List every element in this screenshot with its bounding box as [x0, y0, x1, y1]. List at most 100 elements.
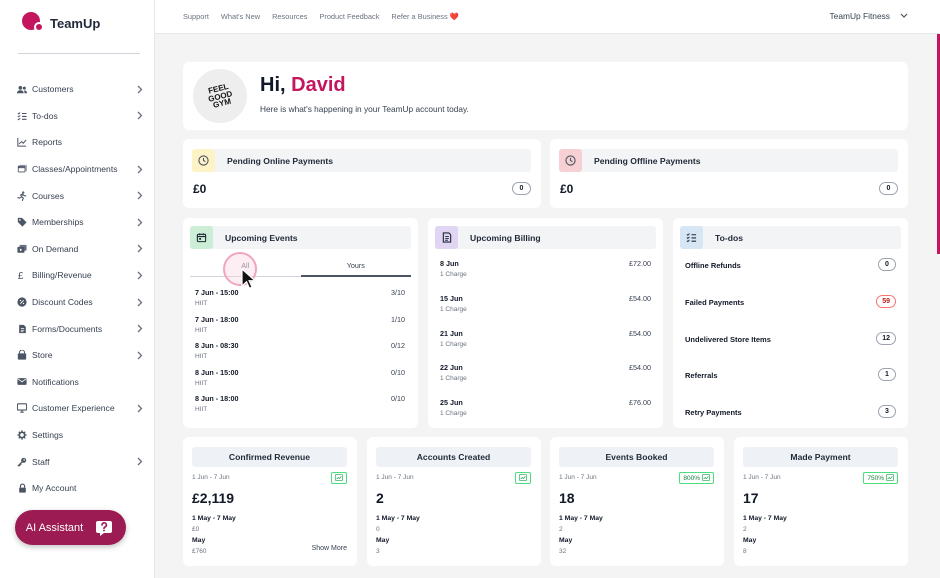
todos-list: Offline Refunds 0 Failed Payments 59 Undeliv…: [685, 258, 896, 442]
running-icon: [17, 191, 27, 201]
calendar-icon: [190, 226, 213, 249]
billing-date: 15 Jun: [440, 293, 463, 303]
stat-date-range: 1 Jun - 7 Jun: [743, 474, 781, 481]
chevron-right-icon: [135, 111, 145, 121]
stat-date-range: 1 Jun - 7 Jun: [192, 474, 230, 481]
todo-count: 0: [878, 258, 896, 271]
event-row[interactable]: 8 Jun - 08:30 HIIT 0/12: [195, 339, 405, 366]
billing-charges: 1 Charge: [440, 375, 467, 383]
brand-logo[interactable]: TeamUp: [22, 12, 100, 34]
event-time: 8 Jun - 08:30: [195, 341, 239, 351]
monitor-icon: [17, 403, 27, 414]
billing-row[interactable]: 15 Jun 1 Charge £54.00: [440, 293, 651, 328]
compare-label: 1 May - 7 May: [559, 515, 603, 522]
todo-item[interactable]: Referrals 1: [685, 368, 896, 405]
sidebar-item-staff[interactable]: Staff: [17, 448, 145, 475]
sidebar-item-my-account[interactable]: My Account: [17, 475, 145, 502]
stat-card: Accounts Created 1 Jun - 7 Jun 2 1 May - 7 …: [367, 437, 541, 566]
billing-row[interactable]: 21 Jun 1 Charge £54.00: [440, 328, 651, 363]
todo-item[interactable]: Offline Refunds 0: [685, 258, 896, 295]
compare-value: 2: [559, 526, 563, 533]
account-switcher[interactable]: TeamUp Fitness: [829, 11, 908, 21]
sidebar-item-store[interactable]: Store: [17, 342, 145, 369]
sidebar-item-on-demand[interactable]: On Demand: [17, 236, 145, 263]
chat-question-icon: [95, 518, 115, 538]
event-row[interactable]: 7 Jun - 18:00 HIIT 1/10: [195, 313, 405, 340]
event-row[interactable]: 8 Jun - 18:00 HIIT 0/10: [195, 392, 405, 419]
todo-count: 59: [876, 294, 896, 308]
billing-row[interactable]: 8 Jun 1 Charge £72.00: [440, 258, 651, 293]
chart-line-icon: [17, 137, 27, 148]
sidebar-item-customers[interactable]: Customers: [17, 76, 145, 103]
todo-label: Offline Refunds: [685, 261, 741, 270]
sidebar-item-customer-experience[interactable]: Customer Experience: [17, 395, 145, 422]
compare-label: 1 May - 7 May: [192, 515, 236, 522]
chevron-right-icon: [135, 297, 145, 307]
billing-amount: £76.00: [629, 398, 651, 408]
card-header: To-dos: [680, 226, 901, 249]
sidebar-item-memberships[interactable]: Memberships: [17, 209, 145, 236]
sidebar: TeamUp Customers To-dos Reports Classes/App…: [0, 0, 155, 578]
sidebar-item-label: Settings: [32, 430, 64, 441]
billing-row[interactable]: 25 Jun 1 Charge £76.00: [440, 397, 651, 432]
clock-icon: [192, 149, 215, 172]
stat-value: 17: [743, 490, 759, 506]
sidebar-item-classes-appointments[interactable]: Classes/Appointments: [17, 156, 145, 183]
trend-badge: 750%: [863, 472, 898, 484]
todos-card: To-dos Offline Refunds 0 Failed Payments 59…: [673, 218, 908, 428]
billing-row[interactable]: 22 Jun 1 Charge £54.00: [440, 362, 651, 397]
checklist-icon: [680, 226, 703, 249]
top-link[interactable]: Product Feedback: [319, 12, 379, 21]
event-capacity: 0/12: [391, 341, 405, 351]
top-link[interactable]: Support: [183, 12, 209, 21]
sidebar-item-forms-documents[interactable]: Forms/Documents: [17, 315, 145, 342]
sidebar-item-label: Courses: [32, 190, 64, 201]
todo-item[interactable]: Undelivered Store Items 12: [685, 331, 896, 369]
month-value: 32: [559, 548, 567, 555]
top-bar: Support What's New Resources Product Feedba…: [155, 0, 940, 34]
billing-list: 8 Jun 1 Charge £72.00 15 Jun 1 Charge £54.00 2…: [440, 258, 651, 432]
sidebar-item-billing-revenue[interactable]: £ Billing/Revenue: [17, 262, 145, 289]
ai-assistant-label: AI Assistant: [25, 521, 84, 534]
event-name: HIIT: [195, 406, 208, 414]
sidebar-item-settings[interactable]: Settings: [17, 422, 145, 449]
online-payments-amount: £0: [193, 182, 207, 196]
sidebar-item-to-dos[interactable]: To-dos: [17, 103, 145, 130]
stat-title: Events Booked: [559, 447, 714, 467]
trend-badge: 800%: [679, 472, 714, 484]
month-value: £760: [192, 548, 207, 555]
stat-card: Confirmed Revenue 1 Jun - 7 Jun £2,119 1 Ma…: [183, 437, 357, 566]
event-name: HIIT: [195, 300, 208, 307]
top-link[interactable]: Resources: [272, 12, 307, 21]
trend-percent: 750%: [867, 474, 884, 482]
sidebar-item-label: Store: [32, 350, 53, 361]
top-link[interactable]: What's New: [221, 12, 260, 21]
card-header: Upcoming Events: [190, 226, 411, 249]
card-title: Pending Offline Payments: [594, 155, 701, 166]
pending-offline-payments-card[interactable]: Pending Offline Payments £0 0: [550, 139, 908, 208]
sidebar-item-notifications[interactable]: Notifications: [17, 369, 145, 396]
gear-icon: [17, 430, 27, 440]
document-icon: [17, 324, 27, 334]
sidebar-item-label: To-dos: [32, 110, 58, 121]
chevron-right-icon: [135, 84, 145, 94]
sidebar-item-reports[interactable]: Reports: [17, 129, 145, 156]
top-link[interactable]: Refer a Business ❤️: [391, 12, 459, 21]
ai-assistant-button[interactable]: AI Assistant: [15, 510, 126, 545]
stat-card: Events Booked 1 Jun - 7 Jun 800% 18 1 May - …: [550, 437, 724, 566]
sidebar-item-courses[interactable]: Courses: [17, 182, 145, 209]
trend-chart-icon: [886, 473, 894, 483]
pound-icon: £: [17, 270, 27, 280]
sidebar-item-discount-codes[interactable]: Discount Codes: [17, 289, 145, 316]
show-more-link[interactable]: Show More: [312, 545, 347, 552]
pending-online-payments-card[interactable]: Pending Online Payments £0 0: [183, 139, 541, 208]
event-capacity: 0/10: [391, 394, 405, 404]
tab-yours[interactable]: Yours: [300, 255, 411, 277]
chevron-right-icon: [135, 457, 145, 467]
todo-item[interactable]: Failed Payments 59: [685, 294, 896, 332]
store-icon: [17, 350, 27, 360]
event-row[interactable]: 7 Jun - 15:00 HIIT 3/10: [195, 286, 405, 313]
stat-date-range: 1 Jun - 7 Jun: [559, 474, 597, 481]
todo-list-icon: [17, 111, 27, 121]
event-row[interactable]: 8 Jun - 15:00 HIIT 0/10: [195, 366, 405, 393]
